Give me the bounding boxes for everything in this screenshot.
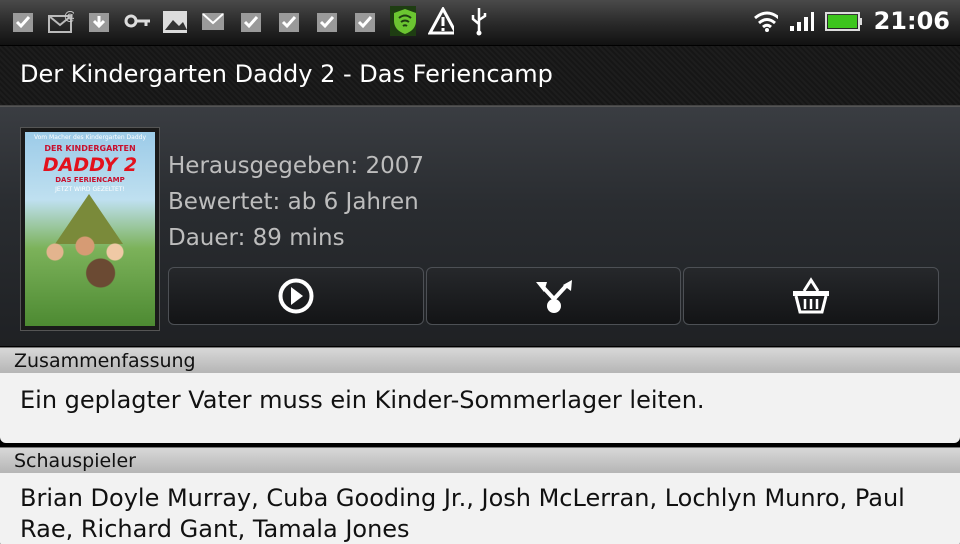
status-bar: @ 21:06 bbox=[0, 0, 960, 46]
check-icon bbox=[276, 6, 302, 36]
movie-detail-panel: Vom Macher des Kindergarten Daddy DER KI… bbox=[0, 106, 960, 346]
share-icon bbox=[535, 280, 572, 313]
poster-title-line1: DER KINDERGARTEN bbox=[44, 144, 136, 153]
play-icon bbox=[278, 278, 314, 314]
clock: 21:06 bbox=[873, 7, 950, 35]
svg-text:@: @ bbox=[64, 9, 74, 23]
poster-tagline: JETZT WIRD GEZELTET! bbox=[55, 186, 125, 193]
check-icon bbox=[238, 6, 264, 36]
cast-header: Schauspieler bbox=[0, 447, 960, 473]
signal-icon bbox=[788, 6, 814, 36]
battery-icon bbox=[824, 6, 864, 36]
title-bar: Der Kindergarten Daddy 2 - Das Feriencam… bbox=[0, 46, 960, 106]
movie-poster: Vom Macher des Kindergarten Daddy DER KI… bbox=[25, 132, 155, 326]
usb-icon bbox=[466, 6, 492, 36]
check-icon bbox=[10, 6, 36, 36]
notification-icons: @ bbox=[10, 6, 492, 36]
download-icon bbox=[86, 6, 112, 36]
poster-top-text: Vom Macher des Kindergarten Daddy bbox=[33, 134, 147, 141]
release-year: Herausgegeben: 2007 bbox=[168, 153, 424, 179]
check-icon bbox=[314, 6, 340, 36]
cast-text: Brian Doyle Murray, Cuba Gooding Jr., Jo… bbox=[0, 473, 960, 544]
poster-title-line2: DADDY 2 bbox=[42, 154, 138, 176]
age-rating: Bewertet: ab 6 Jahren bbox=[168, 189, 419, 215]
buy-button[interactable] bbox=[683, 267, 939, 325]
summary-text: Ein geplagter Vater muss ein Kinder-Somm… bbox=[0, 373, 960, 443]
duration: Dauer: 89 mins bbox=[168, 225, 345, 251]
basket-icon bbox=[793, 277, 829, 314]
poster-people-art bbox=[31, 228, 151, 288]
lookout-shield-icon bbox=[390, 6, 416, 36]
check-icon bbox=[352, 6, 378, 36]
wifi-icon bbox=[752, 6, 778, 36]
mail-error-icon: @ bbox=[48, 6, 74, 36]
share-button[interactable] bbox=[426, 267, 681, 325]
poster-frame[interactable]: Vom Macher des Kindergarten Daddy DER KI… bbox=[20, 127, 160, 331]
poster-title-line3: DAS FERIENCAMP bbox=[55, 176, 125, 184]
warning-icon bbox=[428, 6, 454, 36]
system-indicators: 21:06 bbox=[752, 6, 950, 36]
page-title: Der Kindergarten Daddy 2 - Das Feriencam… bbox=[20, 60, 553, 88]
summary-header: Zusammenfassung bbox=[0, 347, 960, 373]
link-icon bbox=[124, 6, 150, 36]
image-edit-icon bbox=[162, 6, 188, 36]
gmail-icon bbox=[200, 6, 226, 36]
play-button[interactable] bbox=[168, 267, 424, 325]
